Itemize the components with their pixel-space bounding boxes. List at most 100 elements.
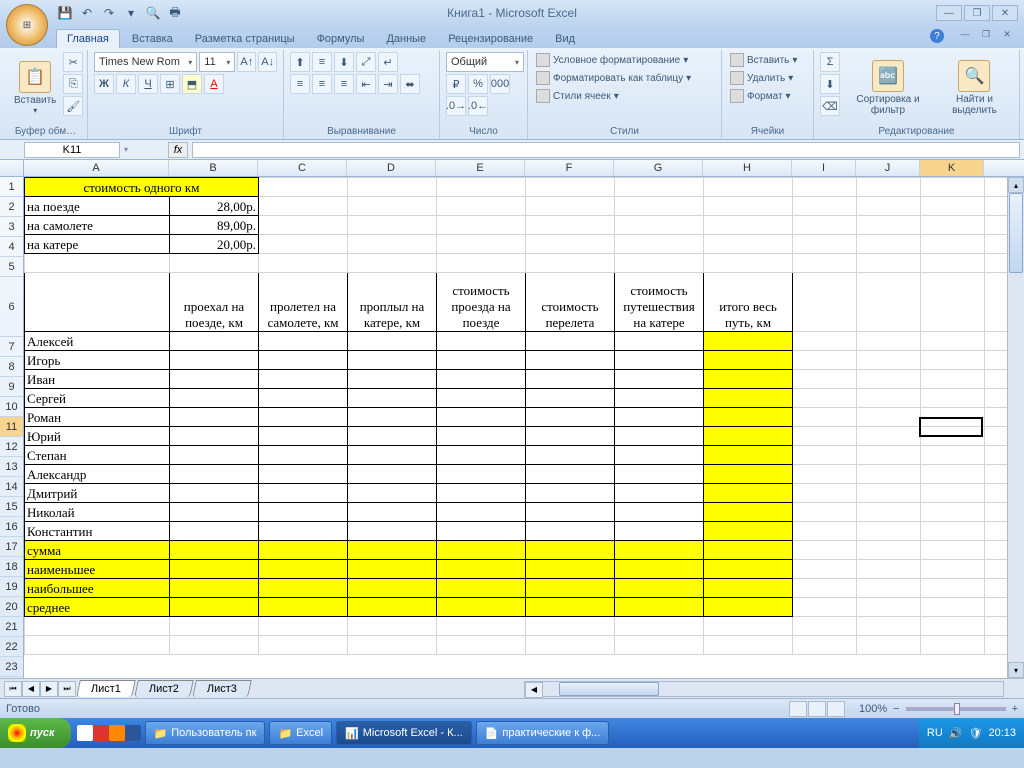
row-header-11[interactable]: 11 bbox=[0, 417, 23, 437]
decrease-decimal-icon[interactable]: .0← bbox=[468, 96, 488, 116]
formula-input[interactable] bbox=[192, 142, 1020, 158]
row-header-18[interactable]: 18 bbox=[0, 557, 23, 577]
cells-grid[interactable]: стоимость одного км на поезде28,00р. на … bbox=[24, 177, 1015, 678]
col-header-D[interactable]: D bbox=[347, 160, 436, 176]
cell-A3[interactable]: на самолете bbox=[25, 216, 170, 235]
tray-sound-icon[interactable]: 🔊 bbox=[949, 727, 963, 740]
row-header-15[interactable]: 15 bbox=[0, 497, 23, 517]
cell-A20[interactable]: наибольшее bbox=[25, 579, 170, 598]
row-header-16[interactable]: 16 bbox=[0, 517, 23, 537]
sheet-tab-1[interactable]: Лист1 bbox=[76, 680, 136, 697]
row-header-5[interactable]: 5 bbox=[0, 257, 23, 277]
col-header-G[interactable]: G bbox=[614, 160, 703, 176]
cut-icon[interactable]: ✂ bbox=[63, 52, 83, 72]
redo-icon[interactable]: ↷ bbox=[100, 4, 118, 22]
cell-A11[interactable]: Роман bbox=[25, 408, 170, 427]
save-icon[interactable]: 💾 bbox=[56, 4, 74, 22]
ql-word-icon[interactable] bbox=[125, 725, 141, 741]
tab-formulas[interactable]: Формулы bbox=[307, 30, 375, 48]
zoom-in-icon[interactable]: + bbox=[1012, 703, 1018, 715]
row-header-12[interactable]: 12 bbox=[0, 437, 23, 457]
row-header-9[interactable]: 9 bbox=[0, 377, 23, 397]
ql-vlc-icon[interactable] bbox=[109, 725, 125, 741]
cell-D6[interactable]: проплыл на катере, км bbox=[348, 273, 437, 332]
row-header-6[interactable]: 6 bbox=[0, 277, 23, 337]
row-header-14[interactable]: 14 bbox=[0, 477, 23, 497]
col-header-B[interactable]: B bbox=[169, 160, 258, 176]
increase-decimal-icon[interactable]: .0→ bbox=[446, 96, 466, 116]
underline-button[interactable]: Ч bbox=[138, 74, 158, 94]
col-header-I[interactable]: I bbox=[792, 160, 856, 176]
cell-G6[interactable]: стоимость путешествия на катере bbox=[615, 273, 704, 332]
format-painter-icon[interactable]: 🖌 bbox=[63, 96, 83, 116]
cell-A2[interactable]: на поезде bbox=[25, 197, 170, 216]
cell-A8[interactable]: Игорь bbox=[25, 351, 170, 370]
undo-icon[interactable]: ↶ bbox=[78, 4, 96, 22]
format-as-table-button[interactable]: Форматировать как таблицу ▾ bbox=[534, 70, 715, 86]
normal-view-icon[interactable] bbox=[789, 701, 807, 717]
prev-sheet-icon[interactable]: ◀ bbox=[22, 681, 40, 697]
row-header-4[interactable]: 4 bbox=[0, 237, 23, 257]
row-header-10[interactable]: 10 bbox=[0, 397, 23, 417]
cell-E6[interactable]: стоимость проезда на поезде bbox=[437, 273, 526, 332]
sheet-tab-3[interactable]: Лист3 bbox=[192, 680, 252, 697]
bold-button[interactable]: Ж bbox=[94, 74, 114, 94]
cell-A18[interactable]: сумма bbox=[25, 541, 170, 560]
orientation-icon[interactable]: ⤢ bbox=[356, 52, 376, 72]
cell-A17[interactable]: Константин bbox=[25, 522, 170, 541]
cell-B4[interactable]: 20,00р. bbox=[170, 235, 259, 254]
print-preview-icon[interactable]: 🔍 bbox=[144, 4, 162, 22]
align-middle-icon[interactable]: ≡ bbox=[312, 52, 332, 72]
row-header-3[interactable]: 3 bbox=[0, 217, 23, 237]
tab-data[interactable]: Данные bbox=[376, 30, 436, 48]
align-top-icon[interactable]: ⬆ bbox=[290, 52, 310, 72]
name-box[interactable]: K11 bbox=[24, 142, 120, 158]
col-header-E[interactable]: E bbox=[436, 160, 525, 176]
clock[interactable]: 20:13 bbox=[988, 727, 1016, 739]
scroll-thumb[interactable] bbox=[1009, 193, 1023, 273]
maximize-button[interactable]: ❐ bbox=[964, 5, 990, 21]
language-indicator[interactable]: RU bbox=[927, 727, 943, 739]
delete-cells-button[interactable]: Удалить ▾ bbox=[728, 70, 807, 86]
scroll-down-icon[interactable]: ▾ bbox=[1008, 662, 1024, 678]
row-header-13[interactable]: 13 bbox=[0, 457, 23, 477]
clear-icon[interactable]: ⌫ bbox=[820, 96, 840, 116]
copy-icon[interactable]: ⎘ bbox=[63, 74, 83, 94]
grow-font-icon[interactable]: A↑ bbox=[237, 52, 256, 72]
paste-button[interactable]: 📋Вставить▾ bbox=[10, 52, 60, 124]
cell-A15[interactable]: Дмитрий bbox=[25, 484, 170, 503]
col-header-F[interactable]: F bbox=[525, 160, 614, 176]
first-sheet-icon[interactable]: ⏮ bbox=[4, 681, 22, 697]
zoom-label[interactable]: 100% bbox=[859, 703, 887, 715]
page-break-view-icon[interactable] bbox=[827, 701, 845, 717]
col-header-J[interactable]: J bbox=[856, 160, 920, 176]
font-size-combo[interactable]: 11▾ bbox=[199, 52, 235, 72]
last-sheet-icon[interactable]: ⏭ bbox=[58, 681, 76, 697]
next-sheet-icon[interactable]: ▶ bbox=[40, 681, 58, 697]
cell-A12[interactable]: Юрий bbox=[25, 427, 170, 446]
row-header-1[interactable]: 1 bbox=[0, 177, 23, 197]
taskbar-item-1[interactable]: 📁 Пользователь пк bbox=[145, 721, 266, 745]
tab-insert[interactable]: Вставка bbox=[122, 30, 183, 48]
tab-review[interactable]: Рецензирование bbox=[438, 30, 543, 48]
office-button[interactable]: ⊞ bbox=[6, 4, 48, 46]
start-button[interactable]: пуск bbox=[0, 718, 71, 748]
cell-A7[interactable]: Алексей bbox=[25, 332, 170, 351]
percent-icon[interactable]: % bbox=[468, 74, 488, 94]
cell-A19[interactable]: наименьшее bbox=[25, 560, 170, 579]
align-bottom-icon[interactable]: ⬇ bbox=[334, 52, 354, 72]
print-icon[interactable]: 🖶 bbox=[166, 4, 184, 22]
cell-A9[interactable]: Иван bbox=[25, 370, 170, 389]
row-header-17[interactable]: 17 bbox=[0, 537, 23, 557]
tab-view[interactable]: Вид bbox=[545, 30, 585, 48]
currency-icon[interactable]: ₽ bbox=[446, 74, 466, 94]
help-icon[interactable]: ? bbox=[930, 29, 944, 43]
fill-icon[interactable]: ⬇ bbox=[820, 74, 840, 94]
increase-indent-icon[interactable]: ⇥ bbox=[378, 74, 398, 94]
shrink-font-icon[interactable]: A↓ bbox=[258, 52, 277, 72]
doc-close-button[interactable]: ✕ bbox=[998, 27, 1016, 41]
col-header-C[interactable]: C bbox=[258, 160, 347, 176]
row-header-22[interactable]: 22 bbox=[0, 637, 23, 657]
cell-styles-button[interactable]: Стили ячеек ▾ bbox=[534, 88, 715, 104]
format-cells-button[interactable]: Формат ▾ bbox=[728, 88, 807, 104]
